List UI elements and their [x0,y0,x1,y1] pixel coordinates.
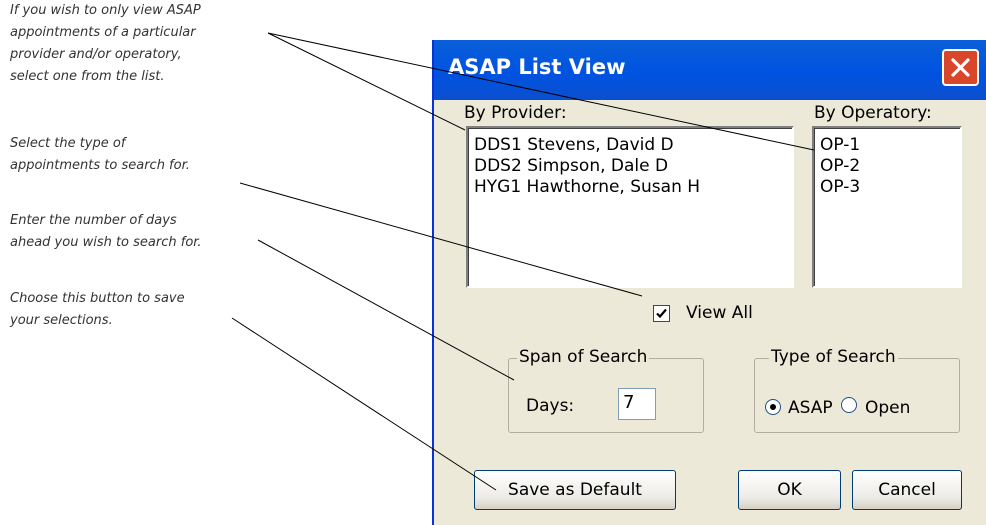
leader-line [267,32,815,151]
leader-line [257,239,515,381]
leader-line [239,182,643,297]
leader-line [267,32,466,131]
annotation-leader-lines [231,32,815,491]
leader-line [231,317,497,491]
